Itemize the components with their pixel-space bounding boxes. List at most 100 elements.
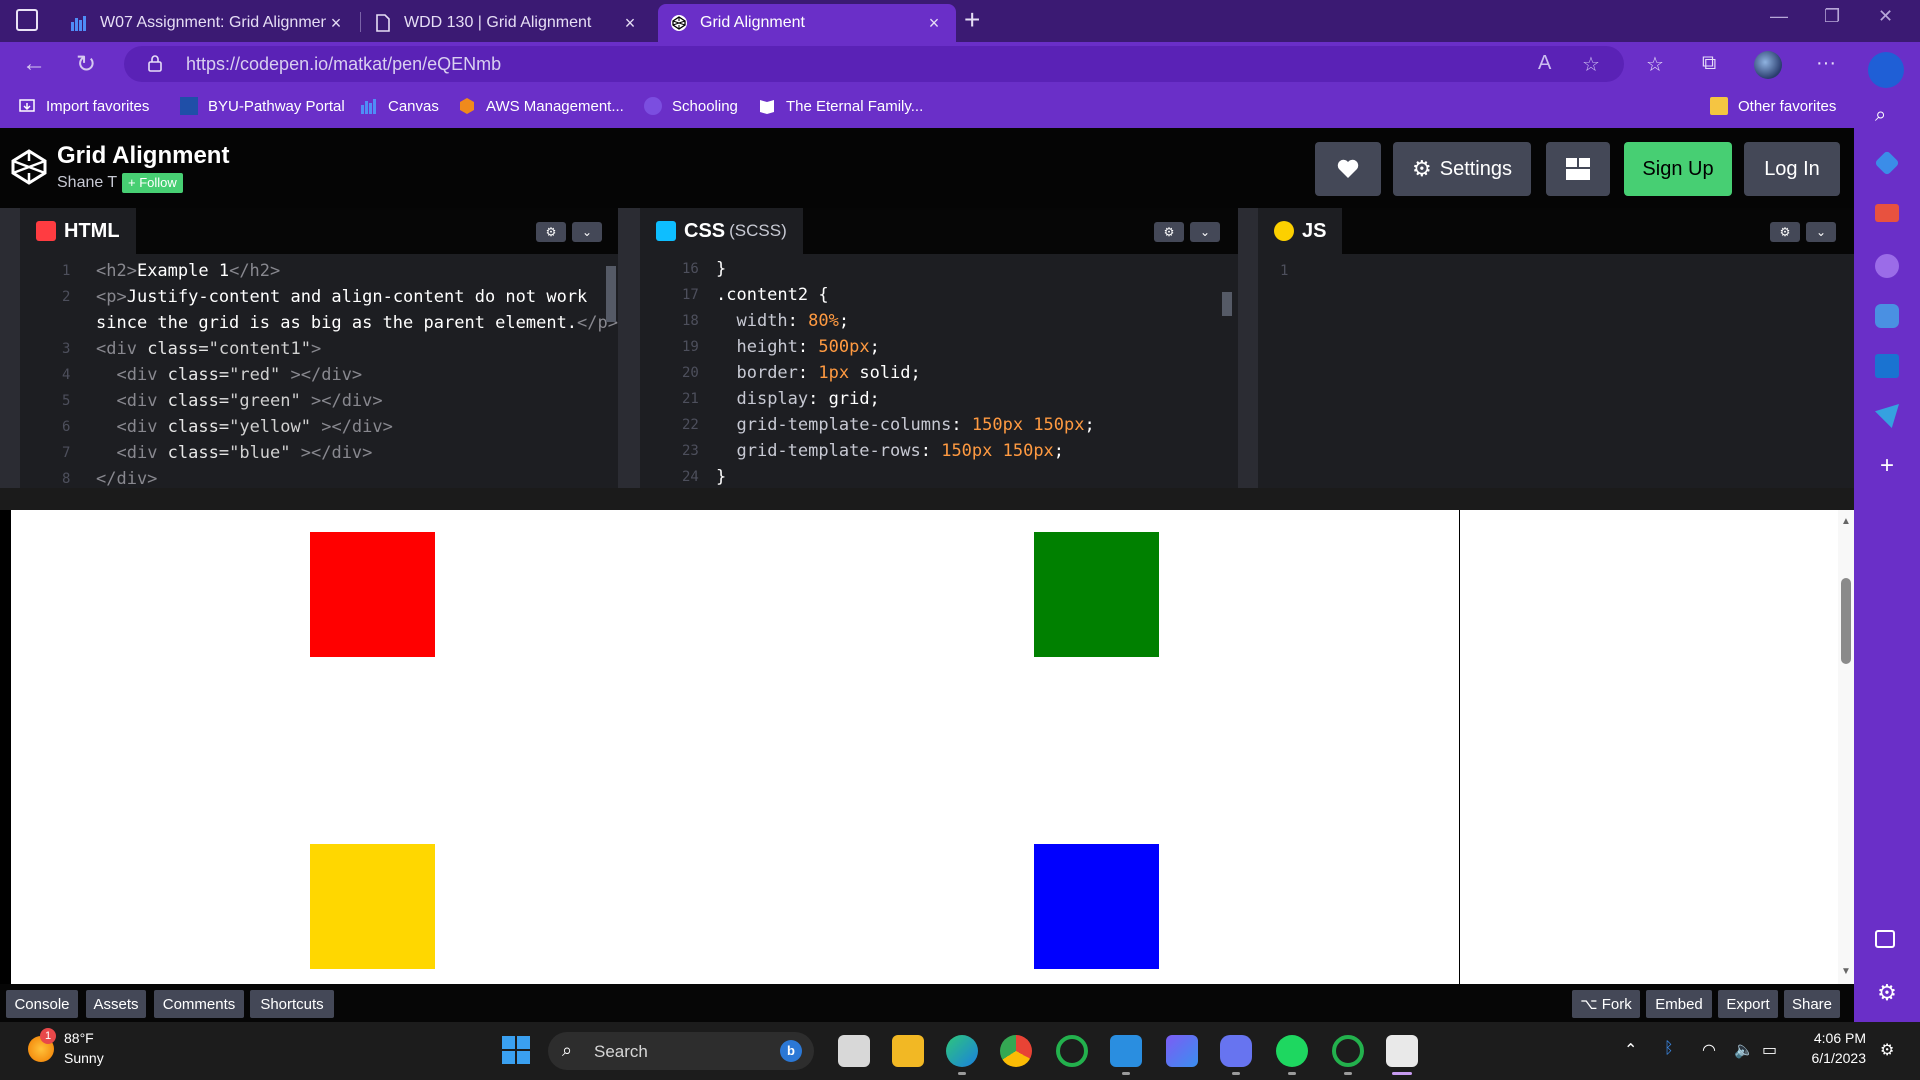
console-button[interactable]: Console (6, 990, 78, 1018)
url-text[interactable]: https://codepen.io/matkat/pen/eQENmb (186, 54, 501, 75)
chevron-up-icon[interactable]: ⌃ (1624, 1040, 1637, 1060)
css-pane-tab[interactable]: CSS (SCSS) (640, 208, 803, 254)
layout-button[interactable] (1546, 142, 1610, 196)
notification-icon[interactable]: ⚙ (1880, 1040, 1894, 1060)
fav-eternal-family[interactable]: The Eternal Family... (758, 97, 923, 115)
add-icon[interactable]: + (1875, 452, 1899, 479)
clock-date[interactable]: 6/1/2023 (1796, 1050, 1867, 1066)
close-tab-icon[interactable]: × (924, 13, 944, 34)
tab-wdd130[interactable]: WDD 130 | Grid Alignment × (362, 4, 652, 42)
file-explorer-icon[interactable] (892, 1035, 924, 1067)
close-tab-icon[interactable]: × (326, 13, 346, 34)
discord-icon[interactable] (1220, 1035, 1252, 1067)
close-window-icon[interactable]: ✕ (1878, 6, 1893, 27)
restore-icon[interactable]: ❐ (1824, 6, 1840, 27)
refresh-icon[interactable]: ↻ (76, 50, 96, 79)
scroll-down-arrow-icon[interactable]: ▼ (1841, 966, 1851, 977)
sign-up-button[interactable]: Sign Up (1624, 142, 1732, 196)
pane-settings-icon[interactable]: ⚙ (1154, 222, 1184, 242)
settings-gear-icon[interactable]: ⚙ (1875, 980, 1899, 1005)
edge-icon[interactable] (946, 1035, 978, 1067)
clock-time[interactable]: 4:06 PM (1808, 1030, 1866, 1046)
new-tab-button[interactable]: + (964, 4, 980, 36)
pane-gutter[interactable] (1238, 208, 1258, 488)
js-code[interactable]: 1 (1258, 254, 1854, 488)
close-tab-icon[interactable]: × (620, 13, 640, 34)
pane-settings-icon[interactable]: ⚙ (1770, 222, 1800, 242)
battery-icon[interactable]: ▭ (1762, 1040, 1777, 1060)
editor-resize-bar[interactable] (0, 488, 1854, 510)
windows-start-icon[interactable] (502, 1036, 530, 1064)
pane-gutter[interactable] (618, 208, 640, 488)
export-button[interactable]: Export (1718, 990, 1778, 1018)
address-bar[interactable]: https://codepen.io/matkat/pen/eQENmb A ☆ (124, 46, 1624, 82)
log-in-button[interactable]: Log In (1744, 142, 1840, 196)
wifi-icon[interactable]: ◠ (1702, 1040, 1716, 1060)
html-scrollbar[interactable] (606, 266, 616, 322)
volume-icon[interactable]: 🔈 (1734, 1040, 1754, 1060)
tools-icon[interactable] (1875, 204, 1899, 222)
task-view-icon[interactable] (838, 1035, 870, 1067)
pen-author[interactable]: Shane T (57, 174, 117, 192)
weather-condition[interactable]: Sunny (64, 1050, 104, 1066)
vscode-icon[interactable] (1110, 1035, 1142, 1067)
js-pane-tab[interactable]: JS (1258, 208, 1343, 254)
scroll-up-arrow-icon[interactable]: ▲ (1841, 516, 1851, 527)
fav-aws[interactable]: AWS Management... (458, 97, 624, 115)
css-scrollbar[interactable] (1222, 292, 1232, 316)
follow-button[interactable]: + Follow (122, 173, 183, 193)
collections-icon[interactable]: ⧉ (1702, 52, 1716, 75)
tab-grid-alignment[interactable]: Grid Alignment × (658, 4, 956, 42)
html-pane-tab[interactable]: HTML (20, 208, 136, 254)
settings-button[interactable]: ⚙ Settings (1393, 142, 1531, 196)
send-icon[interactable] (1875, 404, 1899, 428)
html-code[interactable]: 1 <h2>Example 1</h2> 2 <p>Justify-content … (20, 254, 618, 488)
fav-import-favorites[interactable]: Import favorites (18, 97, 149, 115)
back-arrow-icon[interactable]: ← (22, 50, 46, 78)
sidebar-toggle-icon[interactable] (1875, 930, 1895, 948)
preview-scroll-thumb[interactable] (1841, 578, 1851, 664)
profile-avatar[interactable] (1754, 51, 1782, 79)
preview-scrollbar[interactable]: ▲ ▼ (1838, 510, 1854, 984)
pane-collapse-icon[interactable]: ⌄ (572, 222, 602, 242)
snipping-tool-icon[interactable] (1386, 1035, 1418, 1067)
office-icon[interactable] (1875, 304, 1899, 328)
add-favorite-icon[interactable]: ☆ (1582, 52, 1600, 77)
read-aloud-icon[interactable]: A (1538, 52, 1551, 75)
tab-actions-icon[interactable] (16, 9, 38, 31)
fav-canvas[interactable]: Canvas (360, 97, 439, 115)
taskbar-search[interactable]: ⌕ Search b (548, 1032, 814, 1070)
pane-collapse-icon[interactable]: ⌄ (1806, 222, 1836, 242)
favorites-icon[interactable]: ☆ (1646, 52, 1664, 77)
tab-separator (360, 12, 361, 32)
fav-byu-pathway[interactable]: BYU-Pathway Portal (180, 97, 345, 115)
codepen-logo-icon[interactable] (10, 148, 48, 186)
spotify-icon[interactable] (1276, 1035, 1308, 1067)
comments-button[interactable]: Comments (154, 990, 244, 1018)
heart-button[interactable] (1315, 142, 1381, 196)
embed-button[interactable]: Embed (1646, 990, 1712, 1018)
fork-button[interactable]: ⌥ Fork (1572, 990, 1640, 1018)
loading-app-icon[interactable] (1332, 1035, 1364, 1067)
loading-app-icon[interactable] (1056, 1035, 1088, 1067)
share-button[interactable]: Share (1784, 990, 1840, 1018)
weather-temperature[interactable]: 88°F (64, 1030, 94, 1046)
fav-schooling[interactable]: Schooling (644, 97, 738, 115)
bluetooth-icon[interactable]: ᛒ (1664, 1040, 1674, 1058)
pane-collapse-icon[interactable]: ⌄ (1190, 222, 1220, 242)
bing-chat-icon[interactable] (1868, 52, 1904, 88)
fav-other-favorites[interactable]: Other favorites (1710, 97, 1836, 115)
chrome-icon[interactable] (1000, 1035, 1032, 1067)
more-menu-icon[interactable]: ··· (1816, 52, 1836, 75)
minimize-icon[interactable]: — (1770, 6, 1788, 27)
games-icon[interactable] (1875, 254, 1899, 278)
css-code[interactable]: 16} 17 .content2 { 18 width: 80%; 19 heig… (640, 254, 1238, 488)
shopping-icon[interactable] (1874, 150, 1900, 176)
tab-w07-assignment[interactable]: W07 Assignment: Grid Alignmen × (58, 4, 358, 42)
search-icon[interactable]: ⌕ (1875, 104, 1899, 128)
outlook-icon[interactable] (1875, 354, 1899, 378)
shortcuts-button[interactable]: Shortcuts (250, 990, 334, 1018)
clipchamp-icon[interactable] (1166, 1035, 1198, 1067)
assets-button[interactable]: Assets (86, 990, 146, 1018)
pane-settings-icon[interactable]: ⚙ (536, 222, 566, 242)
